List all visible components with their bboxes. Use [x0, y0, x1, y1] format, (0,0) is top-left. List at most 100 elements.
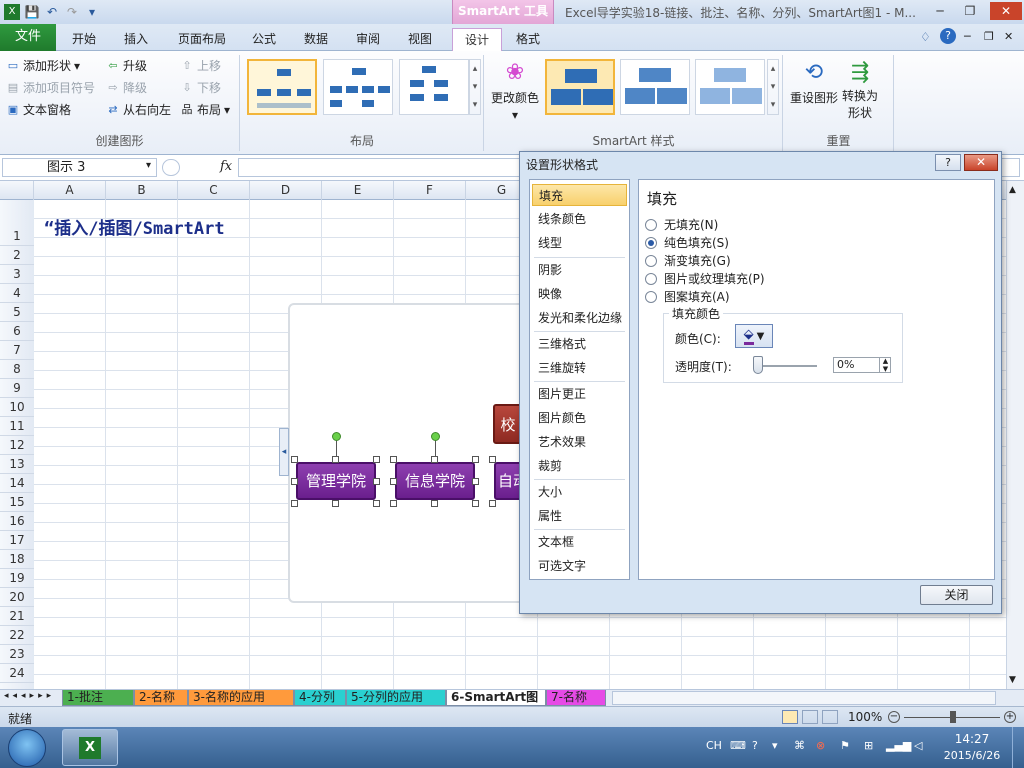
style-option-2[interactable] — [620, 59, 690, 115]
color-picker-button[interactable]: ⬙ ▼ — [735, 324, 773, 348]
row-header[interactable]: 14 — [0, 474, 34, 493]
resize-handle[interactable] — [431, 500, 438, 507]
row-header[interactable]: 12 — [0, 436, 34, 455]
row-header[interactable]: 4 — [0, 284, 34, 303]
save-icon[interactable]: 💾 — [24, 4, 40, 20]
dialog-help-button[interactable]: ? — [935, 154, 961, 171]
volume-icon[interactable]: ◁ — [914, 739, 922, 752]
category-reflection[interactable]: 映像 — [532, 283, 627, 305]
undo-icon[interactable]: ↶ — [44, 4, 60, 20]
resize-handle[interactable] — [390, 500, 397, 507]
flag-icon[interactable]: ⚑ — [840, 739, 850, 752]
category-fill[interactable]: 填充 — [532, 184, 627, 206]
zoom-out-icon[interactable]: − — [888, 711, 900, 723]
row-header[interactable]: 9 — [0, 379, 34, 398]
sheet-tab-2[interactable]: 2-名称 — [134, 690, 188, 706]
page-layout-view-icon[interactable] — [802, 710, 818, 724]
row-header[interactable]: 15 — [0, 493, 34, 512]
no-fill-option[interactable]: 无填充(N) — [645, 216, 718, 233]
normal-view-icon[interactable] — [782, 710, 798, 724]
rotate-handle[interactable] — [431, 432, 440, 441]
resize-handle[interactable] — [489, 500, 496, 507]
doc-minimize-icon[interactable]: ─ — [964, 30, 971, 43]
horizontal-scrollbar[interactable] — [612, 691, 996, 705]
styles-scroll[interactable]: ▴ ▾ ▾ — [767, 59, 779, 115]
security-alert-icon[interactable]: ⊗ — [816, 739, 825, 752]
column-header[interactable]: A — [34, 181, 106, 200]
tab-insert[interactable]: 插入 — [112, 28, 160, 51]
sheet-nav-icons[interactable]: ◂◂◂▸▸▸ — [4, 691, 55, 701]
start-button[interactable] — [8, 729, 46, 767]
category-glow[interactable]: 发光和柔化边缘 — [532, 307, 627, 329]
resize-handle[interactable] — [291, 500, 298, 507]
sheet-tab-1[interactable]: 1-批注 — [62, 690, 134, 706]
category-crop[interactable]: 裁剪 — [532, 455, 627, 477]
text-pane-button[interactable]: ▣ 文本窗格 — [6, 101, 71, 118]
resize-handle[interactable] — [472, 500, 479, 507]
column-header[interactable]: B — [106, 181, 178, 200]
excel-taskbar-button[interactable]: X — [62, 729, 118, 766]
move-down-button[interactable]: ⇩ 下移 — [180, 79, 221, 96]
scroll-up-icon[interactable]: ▲ — [1009, 185, 1016, 195]
select-all-corner[interactable] — [0, 181, 34, 200]
resize-handle[interactable] — [291, 478, 298, 485]
vertical-scrollbar[interactable]: ▲ ▼ — [1006, 181, 1024, 689]
transparency-slider-thumb[interactable] — [753, 356, 763, 374]
layout-option-1[interactable] — [247, 59, 317, 115]
resize-handle[interactable] — [472, 478, 479, 485]
row-header[interactable]: 8 — [0, 360, 34, 379]
sheet-tab-active[interactable]: 6-SmartArt图 — [446, 690, 546, 706]
windows-flag-icon[interactable]: ⊞ — [864, 739, 873, 752]
resize-handle[interactable] — [373, 456, 380, 463]
resize-handle[interactable] — [472, 456, 479, 463]
doc-restore-icon[interactable]: ❐ — [984, 30, 994, 43]
clock-date[interactable]: 2015/6/26 — [940, 749, 1004, 762]
category-artistic-effects[interactable]: 艺术效果 — [532, 431, 627, 453]
name-box-dropdown-icon[interactable]: ▾ — [146, 160, 151, 171]
style-option-1[interactable] — [545, 59, 615, 115]
tab-review[interactable]: 审阅 — [344, 28, 392, 51]
help-tray-icon[interactable]: ? — [752, 739, 758, 752]
row-header[interactable]: 10 — [0, 398, 34, 417]
category-line-style[interactable]: 线型 — [532, 232, 627, 254]
row-header[interactable]: 18 — [0, 550, 34, 569]
sheet-tab-3[interactable]: 3-名称的应用 — [188, 690, 294, 706]
row-header[interactable]: 22 — [0, 626, 34, 645]
zoom-slider-thumb[interactable] — [950, 711, 956, 723]
collapse-ribbon-icon[interactable]: ♢ — [920, 30, 931, 44]
row-header[interactable]: 6 — [0, 322, 34, 341]
layout-button[interactable]: 品布局 ▾ — [180, 101, 231, 118]
layouts-scroll[interactable]: ▴ ▾ ▾ — [469, 59, 481, 115]
promote-button[interactable]: ⇦ 升级 — [106, 57, 147, 74]
zoom-level[interactable]: 100% — [848, 710, 882, 724]
show-desktop-button[interactable] — [1012, 727, 1024, 768]
insert-function-icon[interactable]: fx — [220, 159, 232, 174]
tab-format[interactable]: 格式 — [504, 28, 552, 51]
add-bullet-button[interactable]: ▤ 添加项目符号 — [6, 79, 95, 96]
column-header[interactable]: D — [250, 181, 322, 200]
category-3d-rotation[interactable]: 三维旋转 — [532, 357, 627, 379]
excel-app-icon[interactable]: X — [4, 4, 20, 20]
close-window-button[interactable]: ✕ — [990, 2, 1022, 20]
row-header[interactable]: 2 — [0, 246, 34, 265]
style-option-3[interactable] — [695, 59, 765, 115]
category-line-color[interactable]: 线条颜色 — [532, 208, 627, 230]
move-up-button[interactable]: ⇧ 上移 — [180, 57, 221, 74]
row-header[interactable]: 16 — [0, 512, 34, 531]
tab-formulas[interactable]: 公式 — [240, 28, 288, 51]
scroll-down-icon[interactable]: ▼ — [1009, 675, 1016, 685]
right-to-left-button[interactable]: ⇄ 从右向左 — [106, 101, 171, 118]
resize-handle[interactable] — [373, 478, 380, 485]
resize-handle[interactable] — [332, 500, 339, 507]
row-header[interactable]: 11 — [0, 417, 34, 436]
row-header[interactable]: 23 — [0, 645, 34, 664]
sheet-tab-7[interactable]: 7-名称 — [546, 690, 606, 706]
resize-handle[interactable] — [489, 456, 496, 463]
help-icon[interactable]: ? — [940, 28, 956, 44]
layout-option-3[interactable] — [399, 59, 469, 115]
maximize-button[interactable]: ❐ — [956, 2, 984, 20]
category-properties[interactable]: 属性 — [532, 505, 627, 527]
rotate-handle[interactable] — [332, 432, 341, 441]
category-3d-format[interactable]: 三维格式 — [532, 333, 627, 355]
language-indicator[interactable]: CH — [706, 739, 722, 752]
